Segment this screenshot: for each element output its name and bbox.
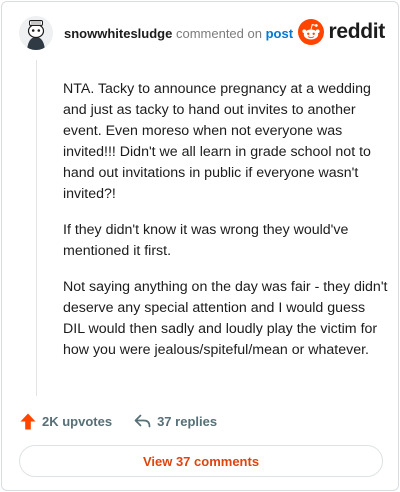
post-link[interactable]: post (266, 26, 293, 41)
comment-paragraph: Not saying anything on the day was fair … (63, 279, 388, 358)
reddit-logo-text: reddit (328, 20, 385, 43)
reddit-snoo-icon (298, 19, 325, 45)
comment-card: snowwhitesludge commented on post reddit… (1, 1, 399, 491)
avatar-snoo-icon (19, 16, 53, 50)
replies-button[interactable]: 37 replies (134, 414, 217, 429)
thread-line[interactable] (36, 60, 37, 396)
comment-header: snowwhitesludge commented on post reddit (19, 16, 385, 54)
reply-arrow-icon (134, 414, 151, 428)
avatar[interactable] (19, 16, 53, 50)
comment-author-line: snowwhitesludge commented on post (64, 26, 293, 41)
upvote-count: 2K upvotes (42, 413, 113, 429)
upvote-button[interactable]: 2K upvotes (20, 413, 112, 430)
commented-on-text: commented on (175, 26, 262, 41)
view-comments-button[interactable]: View 37 comments (19, 445, 383, 477)
comment-actions: 2K upvotes 37 replies (20, 410, 217, 432)
comment-paragraph: If they didn't know it was wrong they wo… (63, 222, 349, 259)
reddit-logo[interactable]: reddit (298, 18, 385, 46)
comment-body: NTA. Tacky to announce pregnancy at a we… (63, 79, 389, 376)
comment-paragraph: NTA. Tacky to announce pregnancy at a we… (63, 81, 371, 202)
upvote-arrow-icon (20, 413, 36, 429)
replies-count: 37 replies (157, 413, 218, 429)
username[interactable]: snowwhitesludge (64, 26, 172, 41)
